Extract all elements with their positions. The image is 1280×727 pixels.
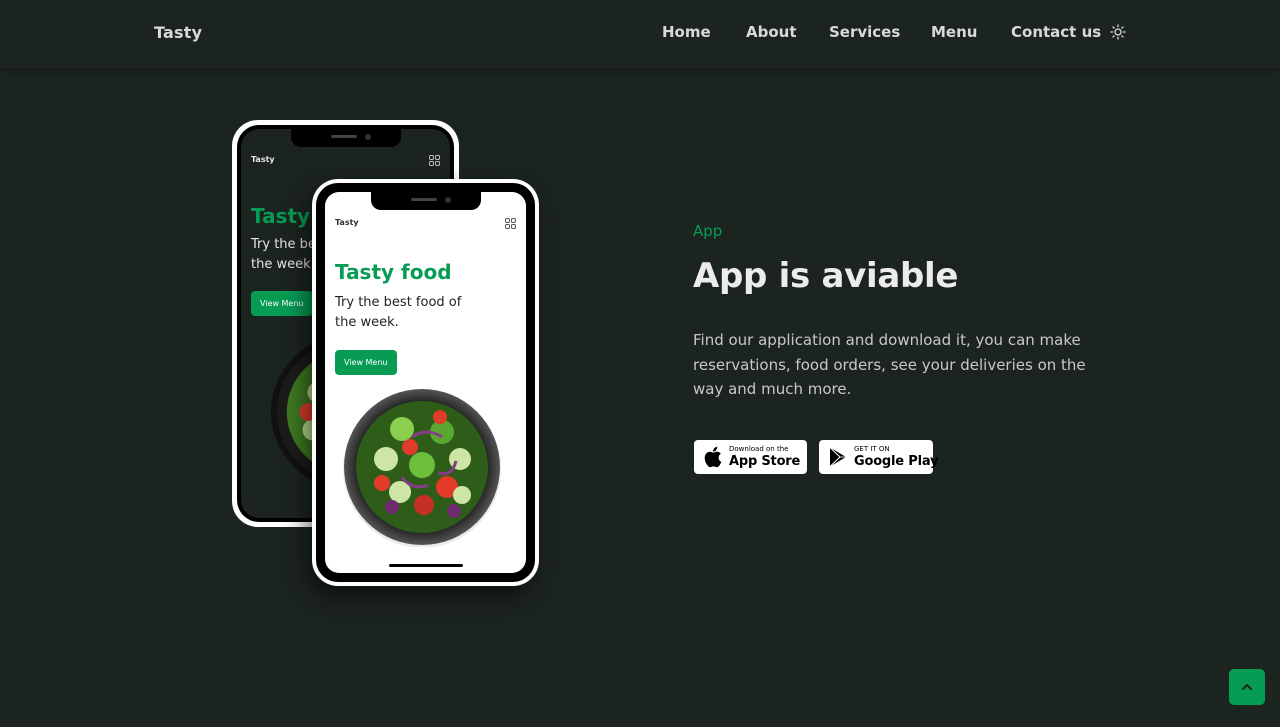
google-play-small-text: GET IT ON [854, 445, 890, 453]
section-subtitle: App [693, 222, 723, 240]
phone-mockup-light: Tasty Tasty food Try the best food of th… [312, 179, 539, 586]
app-store-button[interactable]: Download on the App Store [694, 440, 807, 474]
section-title: App is aviable [693, 256, 959, 296]
nav-link-home[interactable]: Home [662, 23, 711, 41]
section-description: Find our application and download it, yo… [693, 331, 1086, 398]
nav-link-menu[interactable]: Menu [931, 23, 977, 41]
phone-screen-light: Tasty Tasty food Try the best food of th… [325, 192, 526, 573]
grid-icon [505, 218, 516, 229]
google-play-big-text: Google Play [854, 454, 939, 469]
nav-link-about[interactable]: About [746, 23, 797, 41]
site-header: Tasty Home About Services Menu Contact u… [0, 0, 1280, 68]
apple-icon [704, 446, 722, 468]
phone-view-menu-button: View Menu [251, 291, 313, 316]
phone-logo: Tasty [335, 218, 359, 227]
salad-image [342, 387, 502, 551]
salad-bowl-icon [343, 389, 501, 548]
phone-home-indicator [388, 564, 463, 567]
app-store-small-text: Download on the [729, 445, 789, 453]
phone-notch [290, 129, 401, 147]
phone-view-menu-button: View Menu [335, 350, 397, 375]
app-store-big-text: App Store [729, 454, 801, 469]
phone-notch [370, 192, 481, 210]
phone-logo: Tasty [251, 155, 275, 164]
phone-text: Try the best food of the week. [335, 295, 462, 330]
play-icon [829, 447, 846, 467]
scroll-up-button[interactable] [1229, 669, 1265, 705]
chevron-up-icon [1242, 684, 1252, 690]
google-play-button[interactable]: GET IT ON Google Play [819, 440, 938, 474]
phone-frame: Tasty Tasty food Try the best food of th… [316, 183, 535, 582]
nav-logo[interactable]: Tasty [154, 23, 202, 42]
grid-icon [429, 155, 440, 166]
sun-icon[interactable] [1110, 24, 1126, 40]
nav-link-services[interactable]: Services [829, 23, 900, 41]
phone-title: Tasty food [335, 260, 452, 284]
nav-link-contact[interactable]: Contact us [1011, 23, 1101, 41]
